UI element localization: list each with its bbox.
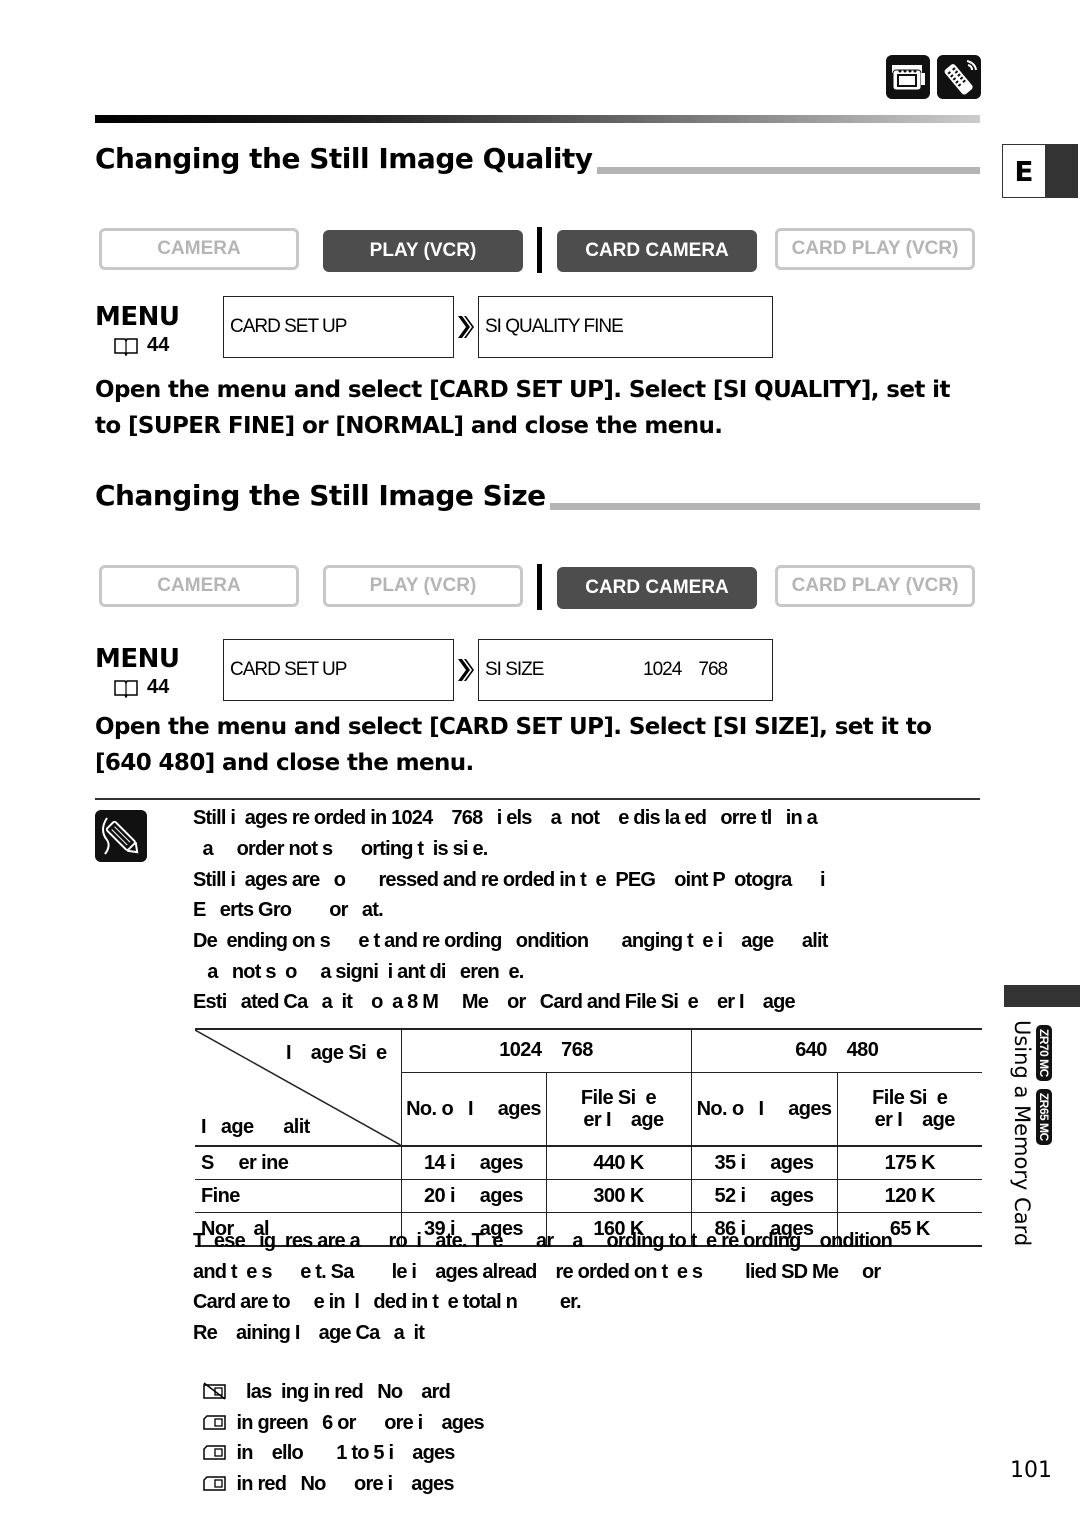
note-line: Esti ated Ca a it o a 8 M Me or Card and…: [193, 991, 796, 1013]
note-line: De ending on s e t and re ording onditio…: [193, 930, 828, 952]
menu-step-card-set-up: CARD SET UP: [223, 639, 454, 701]
menu-label: MENU: [95, 302, 180, 332]
menu-step-si-size: SI SIZE 1024 768: [478, 639, 773, 701]
chapter-title: Using a Memory Card: [1010, 1020, 1034, 1247]
table-corner-header: I age Si e I age alit: [195, 1028, 402, 1147]
menu-step-card-set-up: CARD SET UP: [223, 296, 454, 358]
language-tab-label: E: [1014, 154, 1034, 188]
note-line: E erts Gro or at.: [193, 899, 384, 921]
mode-card-play-vcr: CARD PLAY (VCR): [775, 228, 975, 270]
camcorder-icon: [886, 55, 930, 99]
corner-size-label: I age Si e: [285, 1042, 387, 1064]
model-badge-zr70: ZR70 MC: [1036, 1025, 1052, 1081]
model-badges: ZR70 MC ZR65 MC: [1032, 1025, 1052, 1155]
language-tab: E: [1002, 144, 1078, 198]
section-title-size: Changing the Still Image Size: [95, 478, 550, 514]
note-line: Still i ages re orded in 1024 768 i els …: [193, 807, 818, 829]
table-cell: 120 K: [836, 1179, 982, 1213]
mode-card-play-vcr: CARD PLAY (VCR): [775, 565, 975, 607]
mode-card-camera: CARD CAMERA: [557, 230, 757, 272]
book-icon: [114, 679, 138, 698]
page-reference: 44: [113, 676, 169, 699]
mode-play-vcr: PLAY (VCR): [323, 230, 523, 272]
column-group-640: 640 480: [690, 1027, 982, 1073]
capacity-table: I age Si e I age alit 1024 768 640 480 N…: [195, 1027, 982, 1247]
column-header: No. o I ages: [401, 1071, 547, 1147]
double-chevron-icon: [458, 316, 474, 338]
table-row: Fine 20 i ages 300 K 52 i ages 120 K: [195, 1179, 982, 1213]
column-header: File Si e er I age: [836, 1071, 982, 1147]
footer-note-line: Re aining I age Ca a it: [193, 1322, 425, 1344]
mode-separator: [537, 227, 542, 273]
page-ref-number: 44: [147, 676, 170, 698]
table-cell: 440 K: [545, 1145, 692, 1180]
double-chevron-icon: [458, 659, 474, 681]
footer-note-line: and t e s e t. Sa le i ages alread re or…: [193, 1261, 881, 1283]
book-icon: [114, 337, 138, 356]
mode-separator: [537, 564, 542, 610]
mode-play-vcr: PLAY (VCR): [323, 565, 523, 607]
page-number: 101: [1010, 1458, 1052, 1483]
chapter-tab: Using a Memory Card: [1004, 1020, 1034, 1246]
table-cell: 300 K: [545, 1179, 692, 1213]
remote-control-icon: [937, 55, 981, 99]
menu-label: MENU: [95, 644, 180, 674]
table-cell: 14 i ages: [400, 1145, 547, 1180]
menu-step-si-quality: SI QUALITY FINE: [478, 296, 773, 358]
instruction-quality: Open the menu and select [CARD SET UP]. …: [95, 377, 950, 439]
table-cell: 35 i ages: [690, 1145, 838, 1180]
indicator-red: in red No ore i ages: [193, 1442, 455, 1498]
note-line: Still i ages are o ressed and re orded i…: [193, 869, 826, 891]
indicator-text: in red No ore i ages: [236, 1473, 455, 1495]
language-tab-marker: [1045, 145, 1077, 197]
note-pencil-icon: [95, 810, 147, 862]
chapter-marker: [1004, 985, 1080, 1007]
section-title-quality: Changing the Still Image Quality: [95, 141, 597, 177]
page-reference: 44: [113, 334, 169, 357]
table-cell: 52 i ages: [690, 1179, 838, 1213]
model-badge-zr65: ZR65 MC: [1036, 1088, 1052, 1145]
note-line: a order not s orting t is si e.: [193, 838, 489, 860]
page-ref-number: 44: [147, 334, 170, 356]
mode-camera: CAMERA: [99, 228, 299, 270]
header-rule: [95, 115, 980, 123]
mode-card-camera: CARD CAMERA: [557, 567, 757, 609]
notes-rule: [95, 798, 980, 800]
corner-quality-label: I age alit: [201, 1116, 310, 1138]
quality-label: S er ine: [195, 1145, 402, 1180]
column-header: No. o I ages: [690, 1071, 838, 1147]
table-cell: 20 i ages: [400, 1179, 547, 1213]
column-header: File Si e er I age: [545, 1071, 692, 1147]
footer-note-line: Card are to e in l ded in t e total n er…: [193, 1291, 582, 1313]
si-size-value: 1024 768: [643, 659, 728, 680]
card-icon: [202, 1476, 226, 1491]
table-row: S er ine 14 i ages 440 K 35 i ages 175 K: [195, 1145, 982, 1180]
si-size-label: SI SIZE: [485, 659, 544, 680]
mode-camera: CAMERA: [99, 565, 299, 607]
instruction-size: Open the menu and select [CARD SET UP]. …: [95, 714, 932, 776]
footer-note-line: T ese ig res are a ro i ate. T e ar a or…: [193, 1230, 893, 1252]
table-cell: 175 K: [836, 1145, 982, 1180]
quality-label: Fine: [195, 1179, 402, 1213]
column-group-1024: 1024 768: [400, 1027, 692, 1073]
note-line: a not s o a signi i ant di eren e.: [193, 961, 524, 983]
